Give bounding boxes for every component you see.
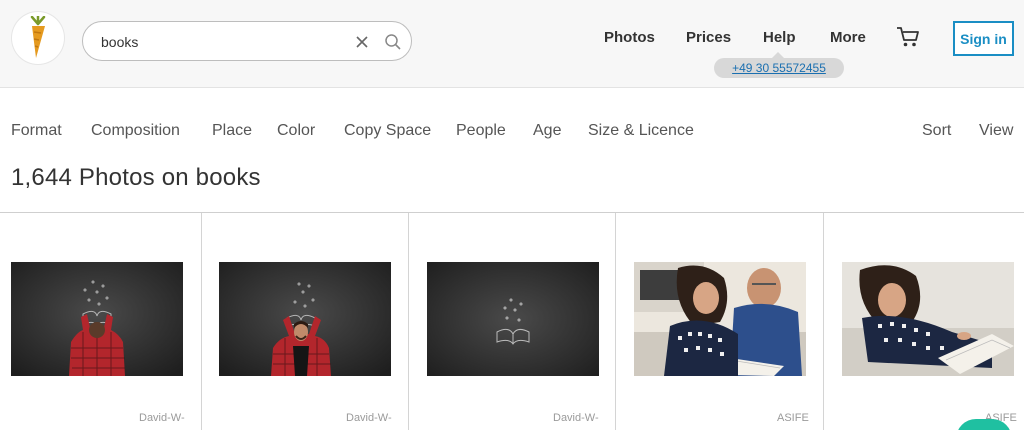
filter-size-licence[interactable]: Size & Licence <box>588 122 694 140</box>
photo-thumbnail[interactable] <box>11 262 183 376</box>
divider <box>201 213 202 430</box>
cart-icon[interactable] <box>896 26 920 48</box>
sign-in-button[interactable]: Sign in <box>953 21 1014 56</box>
filter-color[interactable]: Color <box>277 122 315 140</box>
divider <box>0 212 1024 213</box>
photo-credit: ASIFE <box>777 412 809 424</box>
photo-thumbnail[interactable] <box>219 262 391 376</box>
site-header: Photos Prices Help More Sign in <box>0 0 1024 88</box>
search-box <box>82 21 412 61</box>
nav-more[interactable]: More <box>830 29 866 46</box>
filter-place[interactable]: Place <box>212 122 252 140</box>
photo-credit: David-W- <box>346 412 392 424</box>
filter-copy-space[interactable]: Copy Space <box>344 122 431 140</box>
search-icon[interactable] <box>383 32 403 52</box>
photo-thumbnail[interactable] <box>634 262 806 376</box>
clear-icon[interactable] <box>353 33 371 51</box>
photo-thumbnail[interactable] <box>427 262 599 376</box>
nav-prices[interactable]: Prices <box>686 29 731 46</box>
divider <box>408 213 409 430</box>
photo-credit: David-W- <box>553 412 599 424</box>
divider <box>615 213 616 430</box>
divider <box>823 213 824 430</box>
photo-thumbnail[interactable] <box>842 262 1014 376</box>
results-title: 1,644 Photos on books <box>11 164 261 191</box>
photo-credit: David-W- <box>139 412 185 424</box>
search-input[interactable] <box>101 31 341 53</box>
nav-help[interactable]: Help <box>763 29 796 46</box>
view-button[interactable]: View <box>979 122 1013 140</box>
carrot-logo-icon[interactable] <box>12 12 64 64</box>
filter-age[interactable]: Age <box>533 122 561 140</box>
filter-people[interactable]: People <box>456 122 506 140</box>
phone-number-link[interactable]: +49 30 55572455 <box>714 52 844 78</box>
sort-button[interactable]: Sort <box>922 122 951 140</box>
filter-composition[interactable]: Composition <box>91 122 180 140</box>
nav-photos[interactable]: Photos <box>604 29 655 46</box>
filter-format[interactable]: Format <box>11 122 62 140</box>
